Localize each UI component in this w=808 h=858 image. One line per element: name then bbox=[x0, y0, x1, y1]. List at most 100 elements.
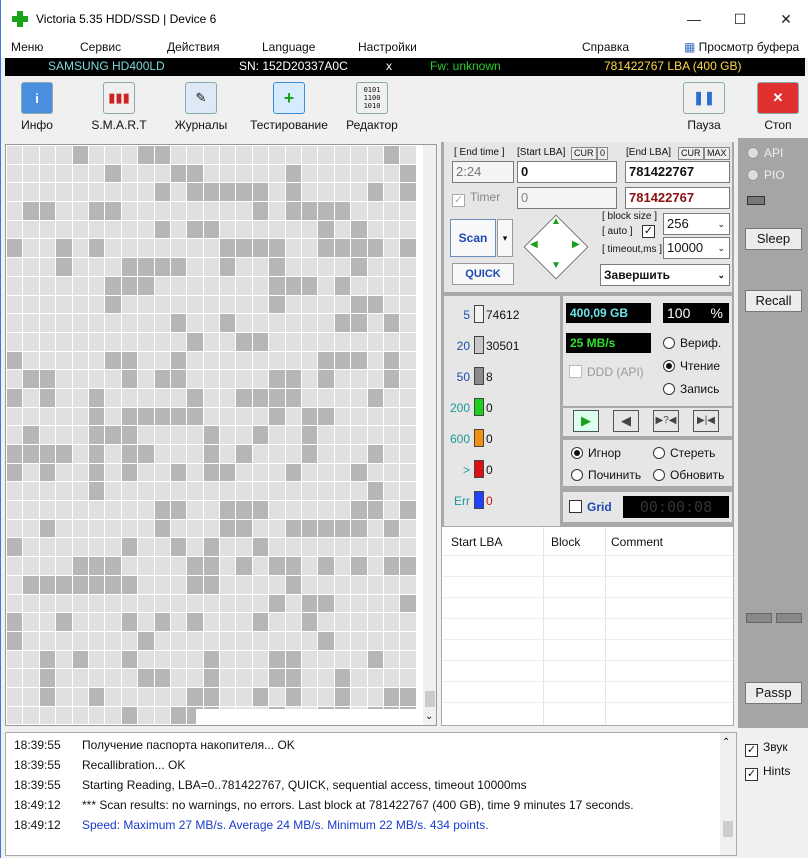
minimize-button[interactable]: — bbox=[671, 0, 717, 38]
verify-radio[interactable]: Вериф. bbox=[663, 336, 721, 350]
log-message: Speed: Maximum 27 MB/s. Average 24 MB/s.… bbox=[82, 818, 489, 832]
end-lba-label: [End LBA] bbox=[626, 147, 672, 158]
menu-item-service[interactable]: Сервис bbox=[80, 40, 121, 54]
legend-color-box[interactable] bbox=[474, 305, 484, 323]
legend-color-box[interactable] bbox=[474, 429, 484, 447]
map-block bbox=[334, 613, 351, 631]
block-size-select[interactable]: 256 ⌄ bbox=[663, 213, 730, 235]
col-comment[interactable]: Comment bbox=[611, 535, 663, 549]
start-lba-input[interactable]: 0 bbox=[517, 161, 617, 183]
log-time: 18:39:55 bbox=[14, 758, 61, 772]
col-start-lba[interactable]: Start LBA bbox=[451, 535, 502, 549]
map-block bbox=[56, 445, 72, 463]
refresh-radio[interactable]: Обновить bbox=[653, 468, 724, 482]
reverse-icon[interactable]: ◀ bbox=[613, 410, 639, 432]
legend-ms: 5 bbox=[463, 308, 470, 322]
map-block bbox=[154, 351, 170, 370]
scan-button[interactable]: Scan bbox=[450, 219, 496, 257]
map-block bbox=[400, 370, 416, 388]
end-lba-input[interactable]: 781422767 bbox=[625, 161, 730, 183]
map-block bbox=[367, 146, 383, 164]
legend-color-box[interactable] bbox=[474, 491, 484, 509]
editor-button[interactable]: 0101 1100 1010 Редактор bbox=[341, 82, 403, 136]
map-scrollbar[interactable]: ⌄ bbox=[423, 145, 436, 725]
random-icon[interactable]: ▶?◀ bbox=[653, 410, 679, 432]
map-block bbox=[318, 613, 334, 631]
map-block bbox=[285, 314, 302, 332]
info-button[interactable]: i Инфо bbox=[5, 82, 69, 136]
passp-button[interactable]: Passp bbox=[745, 682, 802, 704]
butterfly-icon[interactable]: ▶|◀ bbox=[693, 410, 719, 432]
grid-checkbox[interactable]: Grid bbox=[569, 500, 612, 514]
legend-color-box[interactable] bbox=[474, 460, 484, 478]
arrow-right-icon[interactable]: ▶ bbox=[572, 239, 580, 250]
timeout-select[interactable]: 10000 ⌄ bbox=[663, 237, 730, 259]
quick-button[interactable]: QUICK bbox=[452, 263, 514, 285]
sound-checkbox[interactable]: ✓ Звук bbox=[745, 740, 788, 757]
scroll-up-icon[interactable]: ⌃ bbox=[722, 737, 730, 748]
arrow-down-icon[interactable]: ▼ bbox=[551, 260, 561, 271]
map-block bbox=[220, 519, 236, 538]
auto-checkbox[interactable]: ✓ bbox=[642, 225, 655, 238]
map-block bbox=[187, 557, 203, 575]
map-block bbox=[138, 276, 154, 295]
map-block bbox=[334, 276, 351, 295]
journals-button[interactable]: ✎ Журналы bbox=[169, 82, 233, 136]
hints-checkbox[interactable]: ✓ Hints bbox=[745, 764, 790, 781]
api-radio[interactable]: API bbox=[747, 146, 783, 160]
menu-item-settings[interactable]: Настройки bbox=[358, 40, 417, 54]
close-button[interactable]: ✕ bbox=[763, 0, 808, 38]
play-icon[interactable]: ▶ bbox=[573, 410, 599, 432]
scan-dropdown-icon[interactable]: ▾ bbox=[497, 219, 513, 257]
erase-radio[interactable]: Стереть bbox=[653, 446, 715, 460]
map-block bbox=[7, 388, 23, 407]
pio-radio[interactable]: PIO bbox=[747, 168, 785, 182]
arrow-left-icon[interactable]: ◀ bbox=[530, 239, 538, 250]
timer-checkbox[interactable]: ✓ Timer bbox=[452, 190, 500, 207]
arrow-up-icon[interactable]: ▲ bbox=[551, 216, 561, 227]
map-block bbox=[154, 258, 170, 276]
map-scroll-thumb[interactable] bbox=[425, 691, 435, 707]
indicator-right bbox=[776, 613, 802, 623]
ddd-checkbox[interactable]: DDD (API) bbox=[569, 365, 644, 379]
map-block bbox=[318, 183, 334, 202]
finish-select[interactable]: Завершить ⌄ bbox=[600, 264, 730, 286]
map-block bbox=[302, 650, 318, 669]
recall-button[interactable]: Recall bbox=[745, 290, 802, 312]
menu-item-help[interactable]: Справка bbox=[582, 40, 629, 54]
log-scroll-thumb[interactable] bbox=[723, 821, 733, 837]
end-cur-button[interactable]: CUR bbox=[678, 147, 704, 160]
log-scrollbar[interactable]: ⌃ bbox=[720, 733, 736, 855]
pause-button[interactable]: ❚❚ Пауза bbox=[671, 82, 737, 136]
menu-item-buffer[interactable]: ▦ Просмотр буфера bbox=[684, 40, 799, 54]
read-radio[interactable]: Чтение bbox=[663, 359, 720, 373]
start-cur-button[interactable]: CUR bbox=[571, 147, 597, 160]
end-time-input[interactable]: 2:24 bbox=[452, 161, 514, 183]
device-close[interactable]: x bbox=[386, 59, 392, 73]
start-zero-button[interactable]: 0 bbox=[597, 147, 609, 160]
fix-radio[interactable]: Починить bbox=[571, 468, 641, 482]
end-lba-current[interactable]: 781422767 bbox=[625, 187, 730, 209]
stop-button[interactable]: ✕ Стоп bbox=[746, 82, 808, 136]
sleep-button[interactable]: Sleep bbox=[745, 228, 802, 250]
col-block[interactable]: Block bbox=[551, 535, 580, 549]
legend-color-box[interactable] bbox=[474, 336, 484, 354]
smart-button[interactable]: ▮▮▮ S.M.A.R.T bbox=[87, 82, 151, 136]
timer-input[interactable]: 0 bbox=[517, 187, 617, 209]
testing-button[interactable]: + Тестирование bbox=[245, 82, 333, 136]
legend-color-box[interactable] bbox=[474, 367, 484, 385]
map-block bbox=[203, 314, 220, 332]
menu-item-language[interactable]: Language bbox=[262, 40, 315, 54]
write-radio[interactable]: Запись bbox=[663, 382, 719, 396]
end-max-button[interactable]: MAX bbox=[704, 147, 730, 160]
menu-item-actions[interactable]: Действия bbox=[167, 40, 220, 54]
ignore-radio[interactable]: Игнор bbox=[571, 446, 621, 460]
maximize-button[interactable]: ☐ bbox=[717, 0, 763, 38]
legend-color-box[interactable] bbox=[474, 398, 484, 416]
device-model[interactable]: SAMSUNG HD400LD bbox=[48, 59, 165, 73]
menu-item-menu[interactable]: Меню bbox=[11, 40, 43, 54]
map-block bbox=[138, 687, 154, 706]
stop-icon: ✕ bbox=[757, 82, 799, 114]
map-block bbox=[383, 445, 400, 463]
scroll-down-icon[interactable]: ⌄ bbox=[425, 711, 433, 722]
